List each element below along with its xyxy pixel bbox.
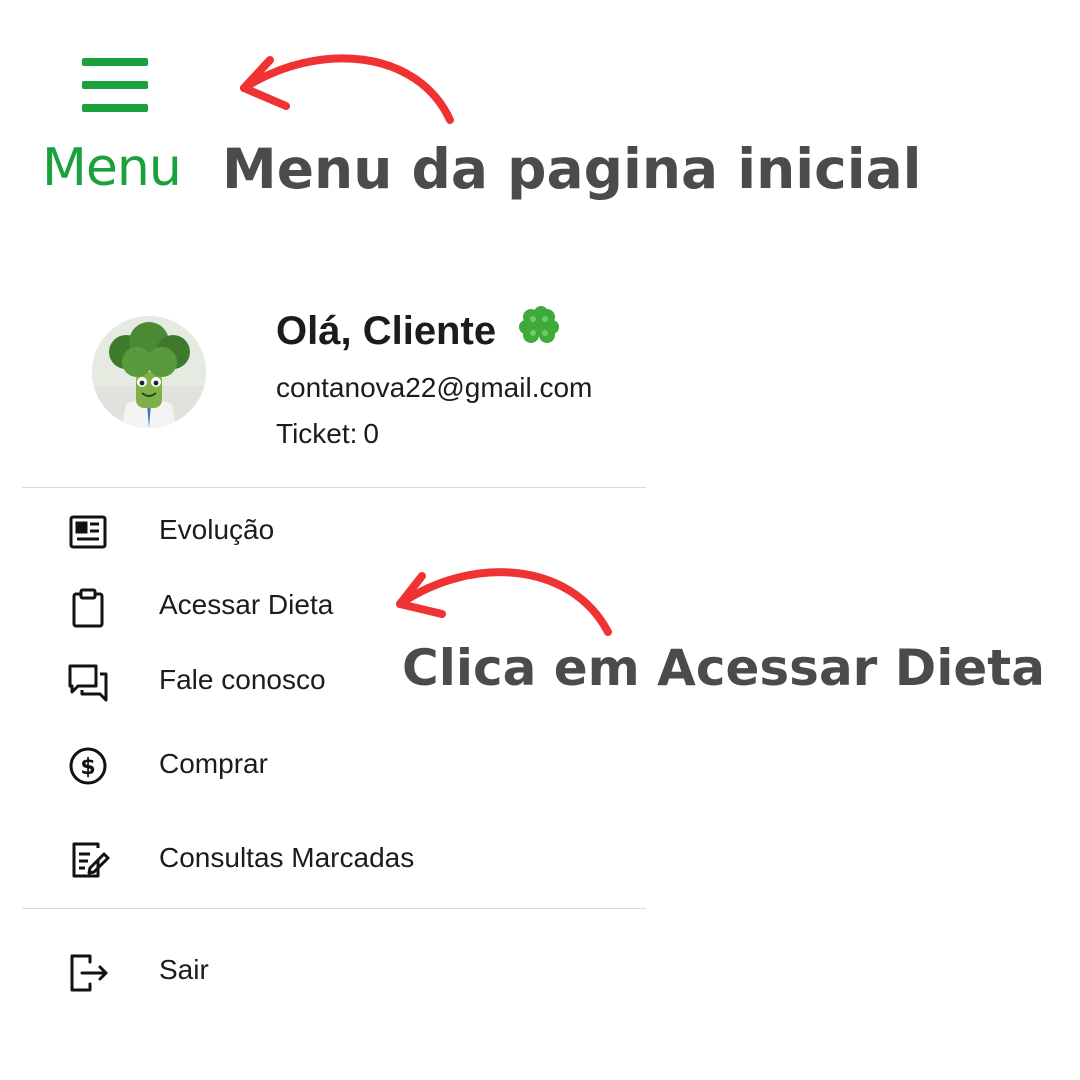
menu-label[interactable]: Menu (42, 142, 182, 194)
chat-icon (68, 664, 108, 702)
logout-icon (70, 954, 108, 992)
arrow-to-menu-icon (240, 54, 454, 124)
menu-item-sair[interactable]: Sair (60, 942, 620, 998)
hamburger-bar (82, 58, 148, 66)
menu-item-evolucao[interactable]: Evolução (60, 502, 620, 558)
menu-annotation: Menu da pagina inicial (222, 137, 922, 201)
dollar-circle-icon: $ (69, 747, 107, 785)
edit-note-icon (72, 842, 110, 878)
newspaper-icon (69, 515, 107, 549)
menu-item-acessar-dieta[interactable]: Acessar Dieta (60, 577, 620, 633)
greeting: Olá, Cliente (276, 304, 561, 353)
clipboard-icon (72, 588, 104, 628)
hamburger-bar (82, 104, 148, 112)
menu-item-consultas-marcadas[interactable]: Consultas Marcadas (60, 830, 620, 886)
menu-item-label: Consultas Marcadas (159, 842, 415, 873)
divider (22, 487, 646, 488)
hamburger-icon[interactable] (82, 56, 148, 116)
divider (22, 908, 646, 909)
greeting-text: Olá, Cliente (276, 309, 497, 353)
broccoli-avatar-icon (92, 316, 206, 428)
menu-item-comprar[interactable]: $ Comprar (60, 736, 620, 792)
four-leaf-clover-icon (519, 306, 560, 343)
ticket-label: Ticket: (276, 418, 358, 449)
user-email: contanova22@gmail.com (276, 372, 593, 403)
menu-item-label: Evolução (159, 514, 275, 545)
avatar (92, 316, 206, 428)
menu-item-label: Acessar Dieta (159, 589, 334, 620)
menu-item-fale-conosco[interactable]: Fale conosco (60, 652, 620, 708)
hamburger-bar (82, 81, 148, 89)
svg-text:$: $ (80, 755, 95, 780)
ticket-count: Ticket: 0 (276, 418, 379, 450)
menu-item-label: Sair (159, 954, 209, 985)
ticket-value: 0 (363, 418, 379, 449)
menu-item-label: Fale conosco (159, 664, 326, 695)
menu-item-label: Comprar (159, 748, 268, 779)
